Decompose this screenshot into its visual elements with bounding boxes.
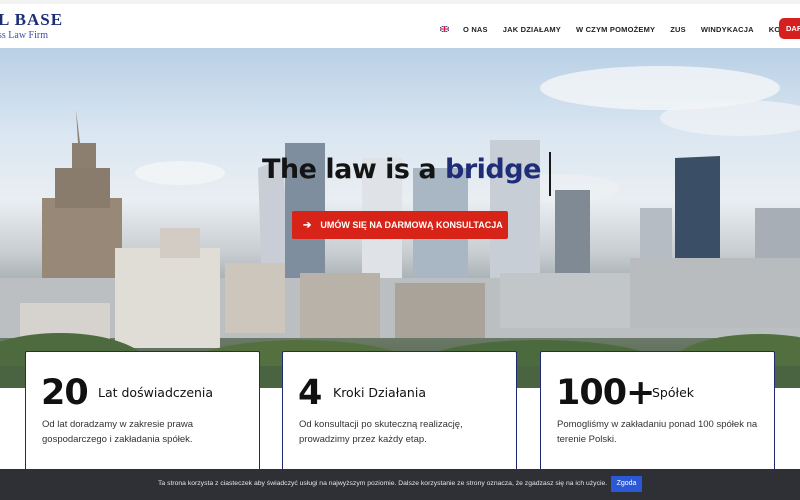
stat-label: Spółek	[652, 385, 694, 400]
nav-item-jak-dzialamy[interactable]: JAK DZIAŁAMY	[503, 25, 561, 34]
stat-description: Od lat doradzamy w zakresie prawa gospod…	[42, 419, 194, 445]
logo-subtitle: ss Law Firm	[0, 30, 48, 41]
cookie-consent-text: Ta strona korzysta z ciasteczek aby świa…	[158, 480, 608, 487]
stat-number: 20	[41, 373, 89, 413]
header-cta-button[interactable]: DAR	[779, 18, 800, 39]
stat-card-experience: 20 Lat doświadczenia Od lat doradzamy w …	[25, 351, 260, 473]
stat-number: 4	[298, 373, 322, 413]
site-logo[interactable]: L BASE ss Law Firm	[0, 10, 63, 42]
stat-number: 100+	[556, 373, 655, 413]
nav-item-o-nas[interactable]: O NAS	[463, 25, 488, 34]
stat-label: Lat doświadczenia	[98, 385, 214, 400]
hero-title-accent: bridge	[445, 154, 541, 185]
hero-title-prefix: The law is a	[262, 154, 446, 185]
stat-card-steps: 4 Kroki Działania Od konsultacji po skut…	[282, 351, 517, 473]
free-consultation-button[interactable]: ➔ UMÓW SIĘ NA DARMOWĄ KONSULTACJA	[292, 211, 508, 239]
nav-item-zus[interactable]: ZUS	[670, 25, 686, 34]
cookie-accept-button[interactable]: Zgoda	[611, 476, 642, 492]
typing-cursor	[549, 152, 551, 196]
arrow-right-icon: ➔	[303, 219, 312, 231]
logo-main-text: L BASE	[0, 10, 64, 29]
cookie-consent-bar: Ta strona korzysta z ciasteczek aby świa…	[0, 469, 800, 500]
hero-section: The law is a bridge ➔ UMÓW SIĘ NA DARMOW…	[0, 48, 800, 388]
free-consultation-label: UMÓW SIĘ NA DARMOWĄ KONSULTACJA	[320, 220, 503, 230]
main-nav: O NAS JAK DZIAŁAMY W CZYM POMOŻEMY ZUS W…	[440, 20, 800, 38]
stat-description: Pomogliśmy w zakładaniu ponad 100 spółek…	[557, 419, 758, 445]
hero-title: The law is a bridge	[262, 154, 541, 185]
stat-card-companies: 100+ Spółek Pomogliśmy w zakładaniu pona…	[540, 351, 775, 473]
stat-label: Kroki Działania	[333, 385, 426, 400]
nav-item-w-czym-pomozemy[interactable]: W CZYM POMOŻEMY	[576, 25, 655, 34]
site-header: L BASE ss Law Firm O NAS JAK DZIAŁAMY W …	[0, 0, 800, 48]
uk-flag-icon[interactable]	[440, 26, 449, 32]
top-divider	[0, 0, 800, 4]
nav-item-windykacja[interactable]: WINDYKACJA	[701, 25, 754, 34]
stat-description: Od konsultacji po skuteczną realizację, …	[299, 419, 463, 445]
